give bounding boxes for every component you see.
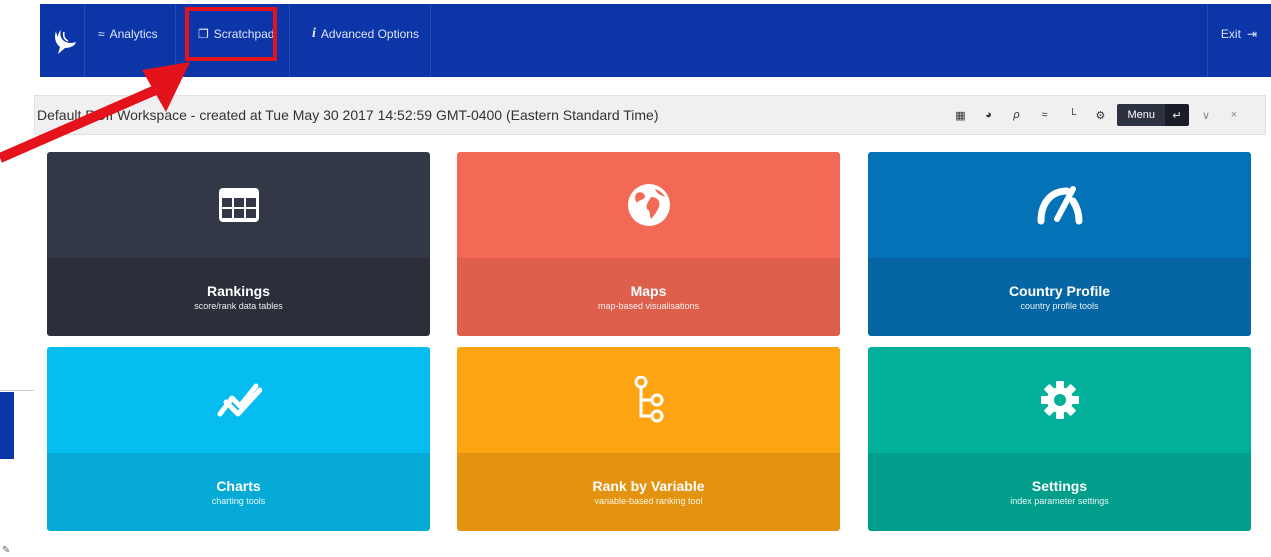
close-icon[interactable]: × bbox=[1223, 104, 1245, 126]
nav-divider bbox=[1207, 4, 1208, 77]
menu-toggle-icon[interactable]: ↵ bbox=[1165, 104, 1189, 126]
tile-charts-bottom: Charts charting tools bbox=[47, 453, 430, 531]
tile-settings-bottom: Settings index parameter settings bbox=[868, 453, 1251, 531]
tile-country-profile[interactable]: Country Profile country profile tools bbox=[868, 152, 1251, 336]
chart-icon[interactable]: ≈ bbox=[1033, 104, 1055, 126]
chevron-down-icon[interactable]: ∨ bbox=[1195, 104, 1217, 126]
tile-country-profile-bottom: Country Profile country profile tools bbox=[868, 258, 1251, 336]
tile-rank-by-variable-bottom: Rank by Variable variable-based ranking … bbox=[457, 453, 840, 531]
tile-rankings[interactable]: Rankings score/rank data tables bbox=[47, 152, 430, 336]
tile-subtitle: charting tools bbox=[211, 496, 266, 506]
tile-charts-top bbox=[47, 347, 430, 453]
tile-rankings-top bbox=[47, 152, 430, 258]
tile-title: Country Profile bbox=[1008, 283, 1111, 299]
tile-rankings-bottom: Rankings score/rank data tables bbox=[47, 258, 430, 336]
gauge-icon[interactable]: ρ bbox=[1005, 104, 1027, 126]
nav-divider bbox=[430, 4, 431, 77]
tile-title: Rankings bbox=[206, 283, 270, 299]
workspace-header: Default RCII Workspace - created at Tue … bbox=[34, 95, 1266, 135]
highlight-box bbox=[185, 7, 277, 61]
tree-icon bbox=[634, 376, 663, 423]
exit-label: Exit bbox=[1220, 27, 1241, 41]
nav-divider bbox=[175, 4, 176, 77]
table-icon[interactable]: ▦ bbox=[949, 104, 971, 126]
tile-subtitle: variable-based ranking tool bbox=[594, 496, 703, 506]
tile-country-profile-top bbox=[868, 152, 1251, 258]
tree-icon[interactable]: └ bbox=[1061, 104, 1083, 126]
nav-advanced-options-label: Advanced Options bbox=[320, 27, 419, 41]
tile-title: Settings bbox=[1031, 478, 1088, 494]
nav-divider bbox=[84, 4, 85, 77]
gear-icon[interactable]: ⚙ bbox=[1089, 104, 1111, 126]
tile-settings-top bbox=[868, 347, 1251, 453]
tile-rank-by-variable-top bbox=[457, 347, 840, 453]
workspace-title: Default RCII Workspace - created at Tue … bbox=[37, 107, 659, 123]
table-icon bbox=[218, 188, 259, 222]
gauge-icon bbox=[1037, 186, 1082, 225]
tile-settings[interactable]: Settings index parameter settings bbox=[868, 347, 1251, 531]
tile-maps-top bbox=[457, 152, 840, 258]
tile-title: Charts bbox=[216, 478, 261, 494]
nav-divider bbox=[289, 4, 290, 77]
tile-maps-bottom: Maps map-based visualisations bbox=[457, 258, 840, 336]
tile-rank-by-variable[interactable]: Rank by Variable variable-based ranking … bbox=[457, 347, 840, 531]
edit-icon: ✎ bbox=[2, 545, 11, 556]
tile-subtitle: country profile tools bbox=[1020, 301, 1099, 311]
workspace-toolbar: ▦ ◕ ρ ≈ └ ⚙ Menu ↵ ∨ × bbox=[949, 104, 1245, 126]
menu-button[interactable]: Menu bbox=[1117, 104, 1165, 126]
chart-line-icon: ≈ bbox=[98, 27, 105, 41]
tile-title: Rank by Variable bbox=[592, 478, 705, 494]
tile-subtitle: score/rank data tables bbox=[194, 301, 283, 311]
app-logo-icon[interactable] bbox=[52, 28, 78, 56]
gear-icon bbox=[1040, 381, 1079, 419]
workspace-panel: Default RCII Workspace - created at Tue … bbox=[34, 95, 1266, 557]
tile-charts[interactable]: Charts charting tools bbox=[47, 347, 430, 531]
left-sidebar-fragment bbox=[0, 392, 14, 459]
chart-icon bbox=[217, 383, 262, 417]
tile-maps[interactable]: Maps map-based visualisations bbox=[457, 152, 840, 336]
tile-subtitle: index parameter settings bbox=[1010, 496, 1109, 506]
tile-subtitle: map-based visualisations bbox=[597, 301, 700, 311]
nav-advanced-options[interactable]: i Advanced Options bbox=[312, 14, 419, 54]
globe-icon bbox=[627, 184, 670, 226]
globe-icon[interactable]: ◕ bbox=[977, 104, 999, 126]
info-icon: i bbox=[312, 26, 316, 41]
nav-analytics-label: Analytics bbox=[109, 27, 158, 41]
exit-button[interactable]: Exit ⇥ bbox=[1221, 14, 1257, 54]
tile-title: Maps bbox=[630, 283, 667, 299]
nav-analytics[interactable]: ≈ Analytics bbox=[98, 14, 158, 54]
sign-out-icon: ⇥ bbox=[1246, 27, 1257, 41]
